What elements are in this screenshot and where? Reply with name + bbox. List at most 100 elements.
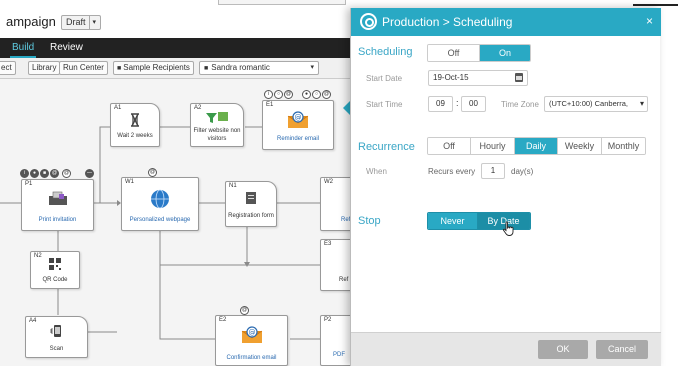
lock-icon[interactable]: ■ [40,169,49,178]
run-center-button[interactable]: Run Center [59,61,108,75]
node-label: Ref [339,277,349,283]
at-icon[interactable]: @ [240,306,249,315]
recipient-value: Sandra romantic [211,63,270,72]
recurrence-weekly-option[interactable]: Weekly [558,138,602,154]
node-web-partial[interactable]: W2 Ref [320,177,350,231]
gear-icon[interactable]: ● [30,169,39,178]
tab-review[interactable]: Review [50,38,83,58]
title-bar: ampaign Draft ▾ [0,8,350,38]
recurs-every-value: 1 [490,166,496,175]
hourglass-icon [131,113,139,127]
node-label: Print invitation [38,217,77,223]
search-icon[interactable]: ○ [312,90,321,99]
node-email-partial[interactable]: E3 Ref [320,239,350,291]
library-button[interactable]: Library [28,61,61,75]
toolbar: ect Library Run Center ■ Sample Recipient… [0,58,350,79]
start-date-field[interactable]: 19-Oct-15 [428,70,528,86]
node-personalized-webpage[interactable]: W1 Personalized webpage [121,177,199,231]
draft-status-dropdown[interactable]: Draft ▾ [61,15,102,30]
node-wait-2-weeks[interactable]: A1 Wait 2 weeks [110,103,160,147]
recurs-every-field[interactable]: 1 [481,163,505,179]
cancel-button[interactable]: Cancel [596,340,648,359]
select-button[interactable]: ect [0,61,16,75]
node-action-badges: i ● ■ @ [20,169,59,178]
calendar-icon[interactable] [515,73,523,82]
chevron-down-icon: ▾ [639,99,644,108]
time-zone-value: (UTC+10:00) Canberra, [549,99,628,108]
info-icon[interactable]: i [264,90,273,99]
ok-button[interactable]: OK [538,340,588,359]
recipient-select[interactable]: ■ Sandra romantic ▾ [199,61,319,75]
recurs-every-label: Recurs every [428,167,476,176]
node-id: E3 [324,241,332,247]
node-action-badges: ● ○ @ [302,90,331,99]
node-scan[interactable]: A4 Scan [25,316,88,358]
at-icon[interactable]: @ [322,90,331,99]
recurs-unit-label: day(s) [511,167,534,176]
recurrence-off-option[interactable]: Off [428,138,471,154]
stop-never-option[interactable]: Never [428,213,478,229]
start-date-value: 19-Oct-15 [433,73,469,82]
when-label: When [366,167,387,176]
node-action-badges: @ [62,169,71,178]
start-minute-value: 00 [469,99,478,108]
tab-build[interactable]: Build [9,38,37,58]
node-id: P1 [25,181,33,187]
at-icon[interactable]: @ [50,169,59,178]
node-qr-code[interactable]: N2 QR Code [30,251,80,289]
sample-recipients-label: Sample Recipients [123,63,190,72]
svg-text:@: @ [295,114,302,122]
scheduling-toggle: Off On [427,44,531,62]
node-action-badges: ⁓ [85,169,94,178]
print-icon [48,191,67,205]
at-icon[interactable]: @ [62,169,71,178]
gear-icon[interactable]: ● [302,90,311,99]
time-zone-select[interactable]: (UTC+10:00) Canberra, ▾ [544,96,648,112]
info-icon[interactable]: i [20,169,29,178]
start-time-label: Start Time [366,100,403,109]
at-icon[interactable]: @ [284,90,293,99]
node-reminder-email[interactable]: E1 @ Reminder email [262,100,334,150]
recurrence-hourly-option[interactable]: Hourly [471,138,515,154]
sample-recipients-button[interactable]: ■ Sample Recipients [113,61,194,75]
dialog-header: Production > Scheduling × [351,8,661,36]
person-icon: ■ [204,65,209,72]
node-registration-form[interactable]: N1 Registration form [225,181,277,227]
node-filter-website-non-visitors[interactable]: A2 Filter website non visitors [190,103,244,147]
node-label: Wait 2 weeks [117,133,153,139]
node-id: N1 [229,183,237,189]
node-id: A2 [194,105,202,111]
time-separator: : [456,98,459,108]
person-icon: ■ [117,65,122,72]
node-label: Scan [49,346,64,352]
scan-icon [50,325,61,337]
at-icon[interactable]: @ [148,168,157,177]
node-confirmation-email[interactable]: E2 @ Confirmation email [215,315,288,366]
start-hour-field[interactable]: 09 [428,96,453,112]
node-label: Registration form [228,213,274,219]
scheduling-on-option[interactable]: On [480,45,530,61]
close-icon[interactable]: × [646,14,653,28]
globe-icon [151,189,169,209]
app-logo-icon [360,13,377,30]
node-id: A4 [29,318,37,324]
node-action-badges: i ○ @ [264,90,293,99]
recurrence-monthly-option[interactable]: Monthly [602,138,645,154]
collapse-panel-icon[interactable] [343,101,350,115]
recurrence-daily-option[interactable]: Daily [515,138,558,154]
node-print-invitation[interactable]: P1 Print invitation [21,179,94,231]
node-id: E2 [219,317,227,323]
workflow-canvas[interactable]: A1 Wait 2 weeks A2 Filter website non vi… [0,79,350,366]
lock-icon[interactable]: ○ [274,90,283,99]
node-action-badges: @ [148,168,157,177]
node-pdf-partial[interactable]: P2 PDF [320,315,350,366]
scheduling-off-option[interactable]: Off [428,45,480,61]
stop-label: Stop [358,215,381,227]
start-minute-field[interactable]: 00 [461,96,486,112]
node-id: W1 [125,179,134,185]
node-action-badges: @ [240,306,249,315]
node-label: Reminder email [276,136,319,142]
recurrence-label: Recurrence [358,141,415,153]
node-label: Confirmation email [226,355,277,361]
wrench-icon[interactable]: ⁓ [85,169,94,178]
